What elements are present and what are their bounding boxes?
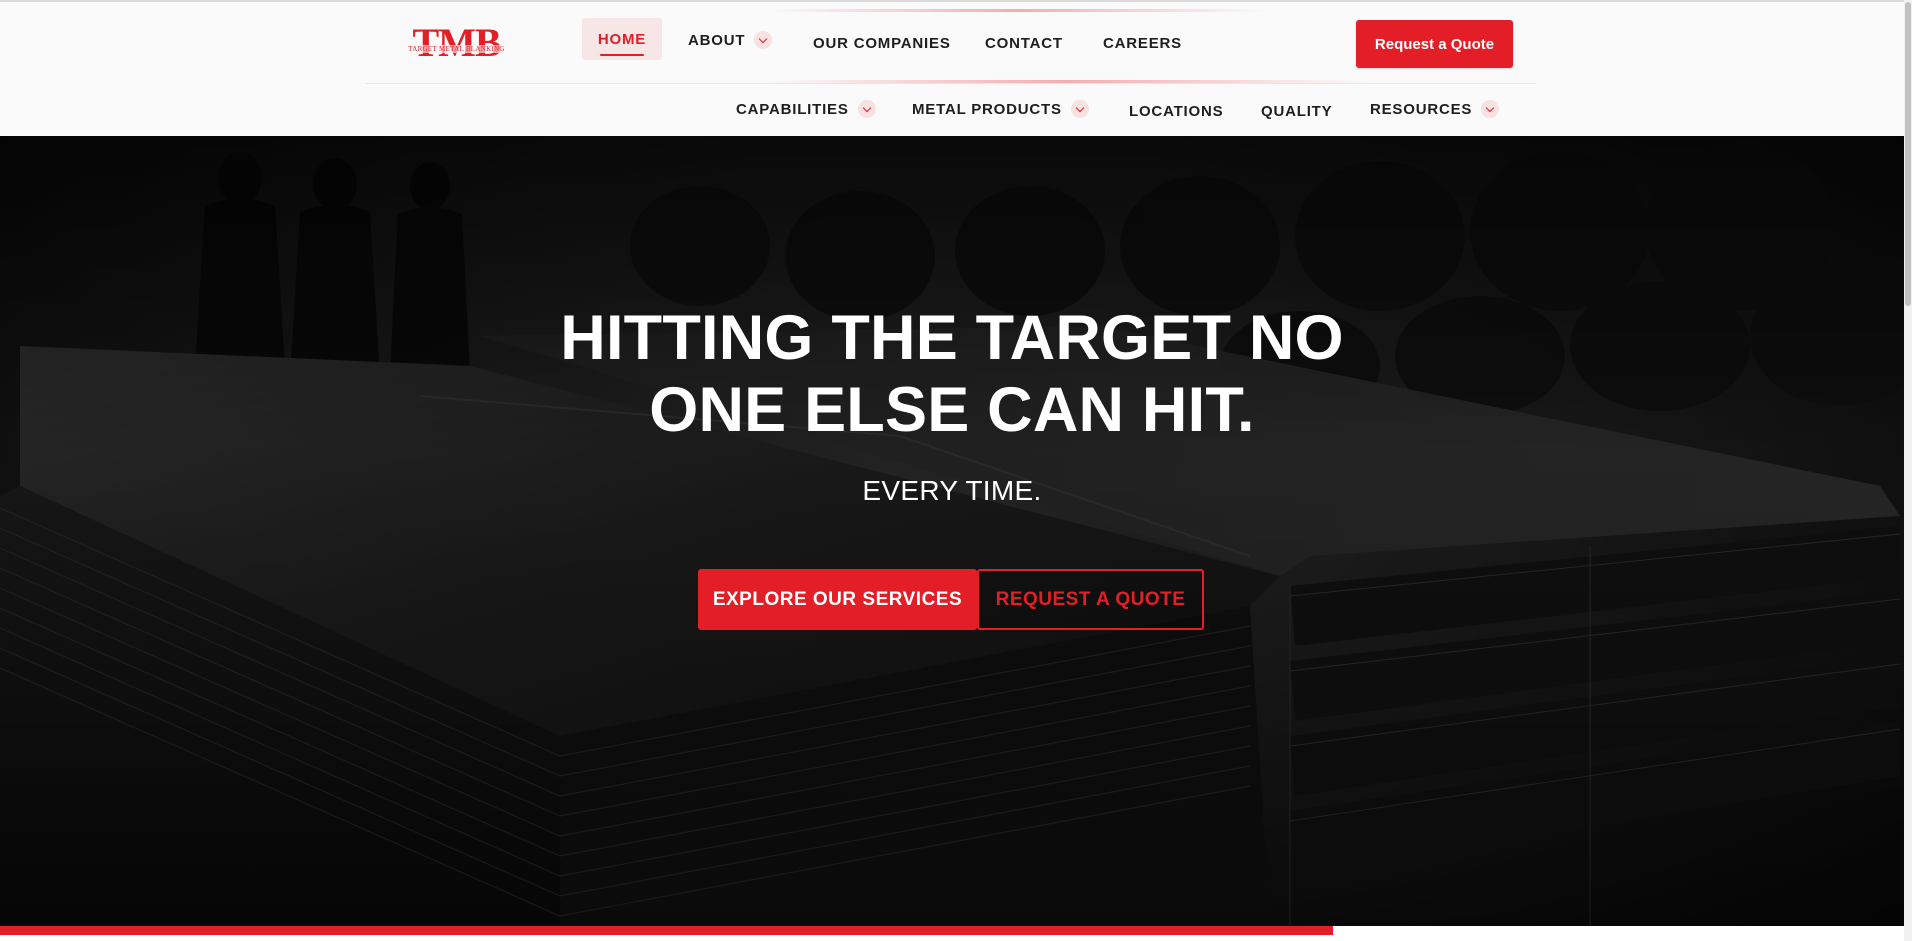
page-scrollbar[interactable] (1904, 0, 1912, 941)
nav-quality[interactable]: QUALITY (1261, 93, 1332, 129)
logo-tagline: TARGET METAL BLANKING (399, 45, 514, 53)
site-header: TMB TARGET METAL BLANKING HOME ABOUT OUR… (0, 0, 1912, 136)
active-underline (600, 54, 644, 56)
bottom-progress-strip (0, 926, 1904, 941)
nav-metal-products-label: METAL PRODUCTS (912, 100, 1062, 118)
logo[interactable]: TMB TARGET METAL BLANKING (399, 22, 514, 64)
hero-title: HITTING THE TARGET NO ONE ELSE CAN HIT. (452, 302, 1452, 446)
nav-home[interactable]: HOME (582, 18, 662, 60)
nav-about-label: ABOUT (688, 31, 746, 49)
nav-locations-label: LOCATIONS (1129, 102, 1224, 120)
hero-subtitle: EVERY TIME. (862, 475, 1042, 506)
chevron-down-icon (1070, 100, 1089, 118)
nav-quality-label: QUALITY (1261, 102, 1333, 120)
request-quote-button[interactable]: Request a Quote (1356, 20, 1513, 68)
nav-metal-products[interactable]: METAL PRODUCTS (912, 91, 1089, 127)
chevron-down-icon (1481, 100, 1500, 118)
chevron-down-icon (857, 100, 876, 118)
hero-title-line2: ONE ELSE CAN HIT. (649, 375, 1255, 445)
bottom-progress-fill (0, 926, 1333, 935)
page: TMB TARGET METAL BLANKING HOME ABOUT OUR… (0, 0, 1912, 941)
hero-section: HITTING THE TARGET NO ONE ELSE CAN HIT. … (0, 136, 1904, 926)
nav-glow-top (766, 9, 1266, 12)
nav-about[interactable]: ABOUT (688, 22, 773, 58)
nav-careers-label: CAREERS (1103, 34, 1182, 52)
nav-resources-label: RESOURCES (1370, 100, 1473, 118)
scrollbar-thumb[interactable] (1905, 2, 1911, 306)
nav-careers[interactable]: CAREERS (1103, 25, 1182, 61)
nav-resources[interactable]: RESOURCES (1370, 91, 1500, 127)
nav-divider (366, 83, 1536, 84)
nav-capabilities-label: CAPABILITIES (736, 100, 849, 118)
nav-contact-label: CONTACT (985, 34, 1063, 52)
chevron-down-icon (754, 31, 773, 49)
nav-contact[interactable]: CONTACT (985, 25, 1063, 61)
nav-capabilities[interactable]: CAPABILITIES (736, 91, 876, 127)
explore-services-button[interactable]: EXPLORE OUR SERVICES (698, 569, 977, 630)
logo-wordmark: TMB (412, 20, 501, 65)
nav-locations[interactable]: LOCATIONS (1129, 93, 1223, 129)
header-inner: TMB TARGET METAL BLANKING HOME ABOUT OUR… (366, 2, 1536, 138)
nav-our-companies-label: OUR COMPANIES (813, 34, 951, 52)
nav-home-label: HOME (597, 30, 647, 48)
nav-our-companies[interactable]: OUR COMPANIES (813, 25, 951, 61)
hero-background-image (0, 136, 1904, 926)
hero-request-quote-button[interactable]: REQUEST A QUOTE (977, 569, 1204, 630)
hero-title-line1: HITTING THE TARGET NO (560, 303, 1344, 373)
